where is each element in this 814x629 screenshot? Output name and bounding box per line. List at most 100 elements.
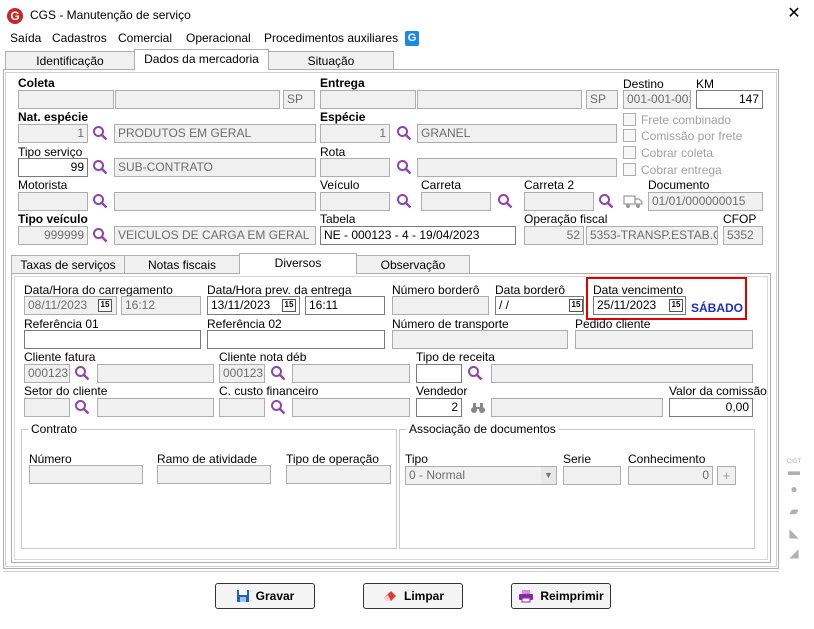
cliente-nota-name-field[interactable] [292, 364, 410, 383]
limpar-button[interactable]: Limpar [363, 583, 463, 609]
tipo-servico-code-field[interactable]: 99 [18, 158, 88, 177]
menu-cadastros[interactable]: Cadastros [52, 31, 107, 45]
vendedor-code-field[interactable]: 2 [416, 398, 462, 417]
tipo-veiculo-code-field[interactable]: 999999 [18, 226, 88, 245]
cliente-fatura-name-field[interactable] [97, 364, 214, 383]
search-icon[interactable] [396, 125, 412, 141]
menu-operacional[interactable]: Operacional [186, 31, 251, 45]
tipo-servico-desc-field[interactable]: SUB-CONTRATO [114, 158, 316, 177]
tools-icon[interactable]: ◢ [786, 546, 802, 560]
chevron-down-icon[interactable]: ▼ [541, 467, 556, 484]
operacao-fiscal-desc-field[interactable]: 5353-TRANSP.ESTAB.CO [586, 226, 718, 245]
search-icon[interactable] [396, 193, 412, 209]
add-icon[interactable]: + [717, 466, 736, 485]
entrega-uf-field[interactable]: SP [586, 90, 618, 109]
search-icon[interactable] [497, 193, 513, 209]
search-icon[interactable] [270, 399, 286, 415]
entrega-code-field[interactable] [320, 90, 416, 109]
pedido-cliente-field[interactable] [575, 330, 753, 349]
tab-diversos[interactable]: Diversos [239, 253, 357, 274]
tab-dados-mercadoria[interactable]: Dados da mercadoria [134, 49, 269, 70]
tab-notas-fiscais[interactable]: Notas fiscais [124, 255, 240, 274]
setor-cliente-code-field[interactable] [24, 398, 70, 417]
coleta-code-field[interactable] [18, 90, 114, 109]
cliente-nota-code-field[interactable]: 000123 [219, 364, 265, 383]
motorista-code-field[interactable] [18, 192, 88, 211]
menu-saida[interactable]: Saída [10, 31, 41, 45]
tab-identificacao[interactable]: Identificação [5, 51, 135, 70]
setor-cliente-name-field[interactable] [97, 398, 214, 417]
nat-especie-code-field[interactable]: 1 [18, 124, 88, 143]
search-icon[interactable] [92, 227, 108, 243]
calendar-icon[interactable]: 15 [669, 299, 683, 312]
nat-especie-desc-field[interactable]: PRODUTOS EM GERAL [114, 124, 316, 143]
close-icon[interactable]: ✕ [784, 4, 804, 24]
rota-desc-field[interactable] [417, 158, 617, 177]
vendedor-name-field[interactable] [491, 398, 663, 417]
gravar-button[interactable]: Gravar [215, 583, 315, 609]
especie-desc-field[interactable]: GRANEL [417, 124, 617, 143]
circle-icon[interactable]: ● [786, 482, 802, 496]
menu-comercial[interactable]: Comercial [118, 31, 172, 45]
calendar-icon[interactable]: 15 [569, 299, 583, 312]
contrato-numero-field[interactable] [29, 465, 143, 484]
tabela-field[interactable]: NE - 000123 - 4 - 19/04/2023 [320, 226, 516, 245]
coleta-uf-field[interactable]: SP [283, 90, 315, 109]
tab-observacao[interactable]: Observação [356, 255, 470, 274]
c-custo-name-field[interactable] [292, 398, 410, 417]
comissao-frete-checkbox[interactable] [623, 129, 636, 142]
search-icon[interactable] [270, 365, 286, 381]
cfop-field[interactable]: 5352 [723, 226, 763, 245]
km-field[interactable]: 147 [696, 90, 763, 109]
tipo-operacao-field[interactable] [286, 465, 391, 484]
tipo-receita-desc-field[interactable] [491, 364, 753, 383]
operacao-fiscal-code-field[interactable]: 52 [524, 226, 584, 245]
assoc-tipo-select[interactable]: 0 - Normal [405, 466, 557, 485]
binoculars-icon[interactable] [470, 401, 486, 415]
cobrar-entrega-checkbox[interactable] [623, 163, 636, 176]
numero-bordero-field[interactable] [392, 296, 489, 315]
carreta2-field[interactable] [524, 192, 594, 211]
truck-side-icon[interactable]: ▰ [786, 504, 802, 518]
document-icon[interactable]: ▬ [786, 464, 802, 478]
tab-situacao[interactable]: Situação [268, 51, 394, 70]
coleta-name-field[interactable] [115, 90, 280, 109]
tab-taxas-servicos[interactable]: Taxas de serviços [11, 255, 125, 274]
numero-transporte-field[interactable] [392, 330, 568, 349]
tipo-veiculo-desc-field[interactable]: VEICULOS DE CARGA EM GERAL [114, 226, 316, 245]
serie-field[interactable] [563, 466, 621, 485]
tipo-receita-code-field[interactable] [416, 364, 462, 383]
entrega-name-field[interactable] [417, 90, 582, 109]
prev-entrega-time-field[interactable]: 16:11 [305, 296, 385, 315]
valor-comissao-field[interactable]: 0,00 [669, 398, 753, 417]
reimprimir-button[interactable]: Reimprimir [511, 583, 611, 609]
c-custo-code-field[interactable] [219, 398, 265, 417]
menu-logo-icon[interactable]: G [405, 31, 419, 46]
box-icon[interactable]: ◣ [786, 526, 802, 540]
destino-field[interactable]: 001-001-001 [623, 90, 691, 109]
search-icon[interactable] [92, 125, 108, 141]
truck-icon[interactable] [623, 193, 643, 209]
carregamento-time-field[interactable]: 16:12 [121, 296, 201, 315]
ramo-atividade-field[interactable] [157, 465, 271, 484]
veiculo-field[interactable] [320, 192, 390, 211]
search-icon[interactable] [92, 193, 108, 209]
search-icon[interactable] [396, 159, 412, 175]
calendar-icon[interactable]: 15 [282, 299, 296, 312]
referencia2-field[interactable] [207, 330, 385, 349]
search-icon[interactable] [467, 365, 483, 381]
rota-code-field[interactable] [320, 158, 390, 177]
referencia1-field[interactable] [24, 330, 201, 349]
search-icon[interactable] [598, 193, 614, 209]
frete-combinado-checkbox[interactable] [623, 113, 636, 126]
search-icon[interactable] [92, 159, 108, 175]
calendar-icon[interactable]: 15 [98, 299, 112, 312]
cobrar-coleta-checkbox[interactable] [623, 146, 636, 159]
conhecimento-field[interactable]: 0 [628, 466, 713, 485]
menu-procedimentos[interactable]: Procedimentos auxiliares [264, 31, 398, 45]
cliente-fatura-code-field[interactable]: 000123 [24, 364, 70, 383]
motorista-name-field[interactable] [114, 192, 316, 211]
especie-code-field[interactable]: 1 [320, 124, 390, 143]
documento-field[interactable]: 01/01/000000015 [648, 192, 763, 211]
search-icon[interactable] [74, 399, 90, 415]
